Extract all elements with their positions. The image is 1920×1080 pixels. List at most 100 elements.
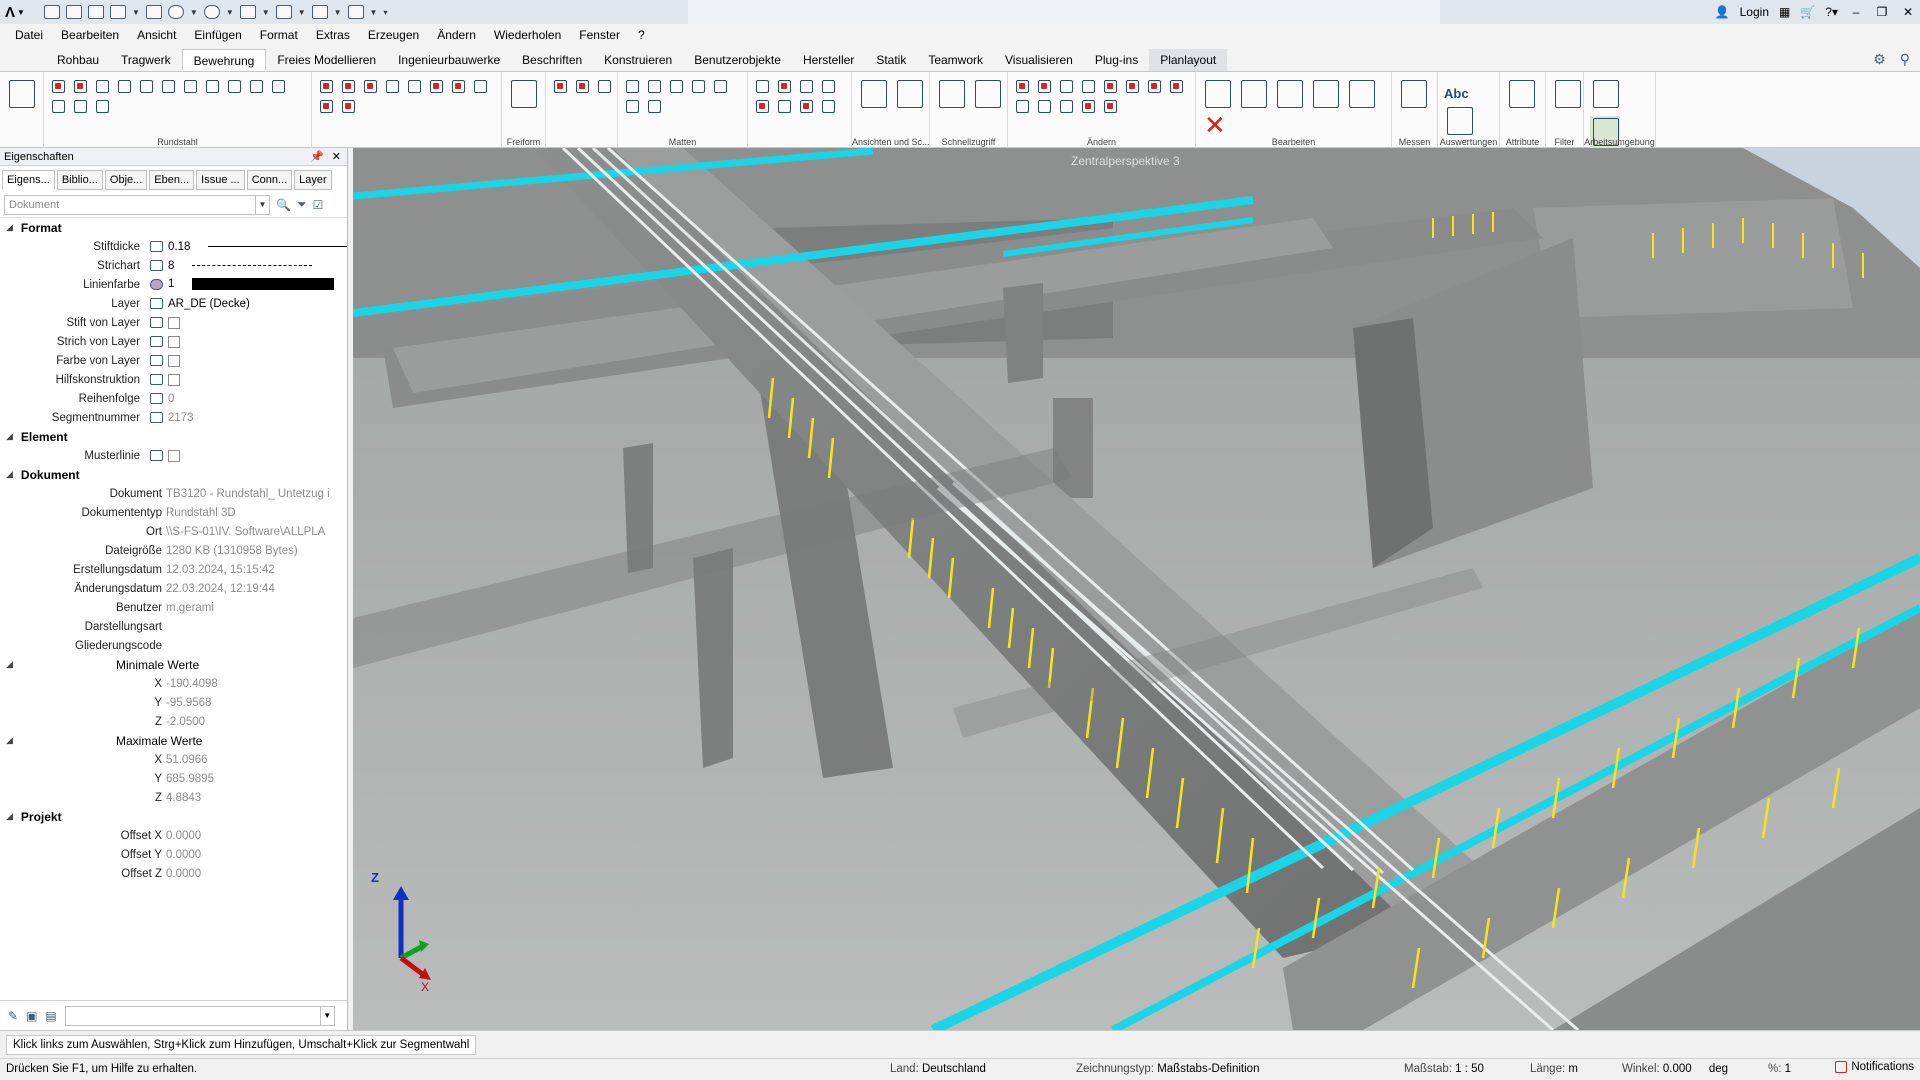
3d-viewport[interactable]: Zentralperspektive 3 (353, 148, 1920, 1030)
chevron-down-icon[interactable]: ▼ (319, 1006, 334, 1025)
match-icon[interactable] (1102, 98, 1118, 114)
rebar-bars-icon[interactable] (204, 78, 220, 94)
row-linienfarbe[interactable]: Linienfarbe 1 (0, 275, 347, 294)
tab-connect[interactable]: Conn... (246, 170, 293, 190)
restore-icon[interactable]: ❐ (1874, 5, 1890, 19)
mesh-grid-icon[interactable] (646, 78, 662, 94)
rebar-shape-icon[interactable] (50, 78, 66, 94)
tab-layer[interactable]: Layer (294, 170, 332, 190)
trim-icon[interactable] (1036, 78, 1052, 94)
close-icon[interactable]: ✕ (1900, 5, 1916, 19)
tab-benutzerobjekte[interactable]: Benutzerobjekte (683, 49, 792, 71)
menu-fenster[interactable]: Fenster (570, 24, 629, 46)
object-type-select[interactable]: Dokument ▼ (4, 194, 270, 215)
row-strichart[interactable]: Strichart 8 (0, 256, 347, 275)
stift-von-layer-checkbox[interactable] (168, 316, 180, 329)
window-icon[interactable] (275, 5, 292, 19)
tab-objekte[interactable]: Obje... (104, 170, 148, 190)
views-icon[interactable] (858, 78, 888, 112)
rebar-layout-icon[interactable] (248, 78, 264, 94)
row-layer[interactable]: Layer AR_DE (Decke) (0, 294, 347, 313)
mesh-list-icon[interactable] (690, 78, 706, 94)
section-dokument[interactable]: ◢ Dokument (0, 465, 347, 484)
mesh-edit-icon[interactable] (712, 78, 728, 94)
pin-icon[interactable]: 📌 (310, 150, 324, 163)
modify-icon[interactable] (1058, 98, 1074, 114)
move-edit-icon[interactable] (1238, 78, 1268, 112)
tab-ebenen[interactable]: Eben... (149, 170, 195, 190)
mesh-modify-icon[interactable] (798, 78, 814, 94)
status-land[interactable]: Land: Deutschland (890, 1063, 986, 1075)
menu-einfuegen[interactable]: Einfügen (185, 24, 250, 46)
layer-value[interactable]: AR_DE (Decke) (168, 298, 347, 310)
mesh-schedule-icon[interactable] (754, 98, 770, 114)
panel-close-icon[interactable]: ✕ (332, 150, 341, 163)
status-zeichnungstyp[interactable]: Zeichnungstyp: Maßstabs-Definition (1076, 1063, 1259, 1075)
status-winkel[interactable]: Winkel: 0.000 deg (1622, 1063, 1728, 1075)
app-logo[interactable]: Λ ▼ (0, 0, 30, 24)
status-massstab[interactable]: Maßstab: 1 : 50 (1404, 1063, 1484, 1075)
search-icon[interactable]: ⚲ (1900, 51, 1910, 68)
help-icon[interactable]: ?▾ (1825, 5, 1838, 19)
tab-issue[interactable]: Issue ... (196, 170, 245, 190)
farbe-von-layer-checkbox[interactable] (168, 354, 180, 367)
mesh-icon[interactable] (552, 78, 568, 94)
copy-edit-icon[interactable] (1202, 78, 1232, 112)
rebar-curve-icon[interactable] (270, 78, 286, 94)
angle-rebar-icon[interactable] (406, 78, 422, 94)
rotate-edit-icon[interactable] (1274, 78, 1304, 112)
redo-icon[interactable] (203, 5, 220, 19)
favorite-icon[interactable]: ▤ (45, 1009, 56, 1023)
workspace-icon[interactable] (1590, 78, 1620, 112)
row-stiftdicke[interactable]: Stiftdicke 0.18 (0, 237, 347, 256)
curve-icon[interactable] (1058, 78, 1074, 94)
menu-help[interactable]: ? (629, 24, 654, 46)
label-rebar-icon[interactable] (318, 78, 334, 94)
mesh-export-icon[interactable] (776, 98, 792, 114)
tab-rohbau[interactable]: Rohbau (46, 49, 110, 71)
shop-icon[interactable]: 🛒 (1800, 5, 1815, 19)
tab-bewehrung[interactable]: Bewehrung (181, 49, 267, 71)
rebar-copy-icon[interactable] (226, 78, 242, 94)
strich-von-layer-checkbox[interactable] (168, 335, 180, 348)
tab-planlayout[interactable]: Planlayout (1149, 49, 1228, 71)
filter-icon[interactable] (1552, 78, 1581, 112)
split-icon[interactable] (1102, 78, 1118, 94)
wave-icon[interactable] (1146, 78, 1162, 94)
tab-hersteller[interactable]: Hersteller (792, 49, 865, 71)
rebar-link-icon[interactable] (72, 98, 88, 114)
rebar-section-icon[interactable] (50, 98, 66, 114)
tab-beschriften[interactable]: Beschriften (511, 49, 593, 71)
mesh-label-icon[interactable] (754, 78, 770, 94)
measure-icon[interactable] (1398, 78, 1428, 112)
row-segmentnummer[interactable]: Segmentnummer 2173 (0, 408, 347, 427)
erase-icon[interactable] (1014, 78, 1030, 94)
tab-statik[interactable]: Statik (865, 49, 917, 71)
musterlinie-checkbox[interactable] (168, 449, 180, 462)
chevron-down-icon[interactable]: ▼ (255, 195, 269, 214)
text-abc-icon[interactable]: Abc (1444, 86, 1469, 101)
tab-eigenschaften[interactable]: Eigens... (2, 170, 55, 190)
hatch-tool-icon[interactable] (972, 78, 1002, 112)
mesh-rotate-icon[interactable] (820, 78, 836, 94)
rotate-rebar-icon[interactable] (384, 78, 400, 94)
menu-bearbeiten[interactable]: Bearbeiten (52, 24, 128, 46)
menu-erzeugen[interactable]: Erzeugen (359, 24, 428, 46)
row-hilfskonstruktion[interactable]: Hilfskonstruktion (0, 370, 347, 389)
copy-icon[interactable] (239, 5, 256, 19)
section-format[interactable]: ◢ Format (0, 218, 347, 237)
mesh-lap-icon[interactable] (668, 78, 684, 94)
rebar-find-icon[interactable] (340, 98, 356, 114)
customize-quick-access-icon[interactable]: ▾ (383, 8, 387, 17)
tab-ingenieurbauwerke[interactable]: Ingenieurbauwerke (387, 49, 511, 71)
notifications-button[interactable]: Notifications (1835, 1061, 1914, 1073)
save-icon[interactable] (88, 5, 104, 19)
scale-edit-icon[interactable] (1346, 78, 1376, 112)
print-icon[interactable] (145, 5, 162, 19)
mesh-place-icon[interactable] (574, 78, 590, 94)
rebar-bend-icon[interactable] (72, 78, 88, 94)
filter-small-icon[interactable]: ⏷ (297, 197, 307, 212)
subsection-minimale-werte[interactable]: ◢ Minimale Werte (0, 655, 347, 674)
zoom-icon[interactable]: 🔍 (276, 198, 291, 212)
section-element[interactable]: ◢ Element (0, 427, 347, 446)
